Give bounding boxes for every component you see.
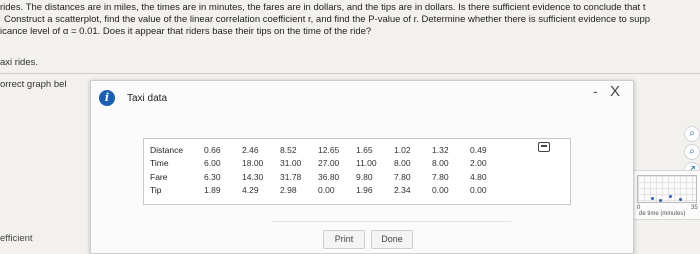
info-icon: i [99,90,115,106]
table-cell: 2.98 [280,185,297,196]
zoom-out-icon[interactable]: ⌕ [684,144,700,160]
table-cell: 14.30 [242,171,264,182]
table-cell: 31.78 [280,171,302,182]
done-button[interactable]: Done [371,230,413,249]
table-cell: 4.29 [242,185,259,196]
table-cell: 0.00 [470,185,487,196]
table-cell: 0.00 [318,185,335,196]
dialog-title: Taxi data [127,93,168,104]
table-cell: 27.00 [318,158,340,169]
table-cell: 4.80 [470,171,487,182]
zoom-in-icon[interactable]: ⌕ [684,126,700,142]
table-cell: 11.00 [356,158,377,169]
button-separator [271,221,511,222]
taxi-rides-link[interactable]: axi rides. [0,57,38,68]
row-header: Distance [150,144,184,155]
data-table-box: Distance 0.66 2.46 8.52 12.65 1.65 1.02 1.32 0.4… [143,138,571,205]
table-cell: 0.49 [470,144,487,155]
question-line-1: rides. The distances are in miles, the t… [0,2,646,13]
scatterplot-grid [637,175,697,203]
taxi-data-table: Distance 0.66 2.46 8.52 12.65 1.65 1.02 1.32 0.4… [150,143,508,197]
scatter-point [651,197,654,200]
x-axis-max: 35 [691,205,698,211]
table-cell: 31.00 [280,158,302,169]
scatter-point [669,195,672,198]
question-line-3: icance level of α = 0.01. Does it appear… [0,26,372,37]
table-cell: 12.65 [318,144,340,155]
table-cell: 2.34 [394,185,411,196]
table-cell: 0.00 [432,185,449,196]
table-cell: 6.30 [204,171,221,182]
table-cell: 8.00 [432,158,449,169]
table-cell: 8.52 [280,144,297,155]
divider [0,73,700,74]
table-cell: 18.00 [242,158,264,169]
table-row: Tip 1.89 4.29 2.98 0.00 1.96 2.34 0.00 0.00 [150,184,508,198]
dialog-header: i Taxi data - X [91,81,633,109]
scatter-point [659,199,662,202]
minimize-button[interactable]: - [593,83,598,99]
print-button[interactable]: Print [323,230,365,249]
table-cell: 7.80 [432,171,449,182]
table-cell: 1.02 [394,144,411,155]
table-cell: 8.00 [394,158,411,169]
table-cell: 7.80 [394,171,411,182]
table-cell: 36.80 [318,171,340,182]
row-header: Fare [150,171,168,182]
table-cell: 0.66 [204,144,221,155]
table-cell: 1.89 [204,185,221,196]
table-row: Fare 6.30 14.30 31.78 36.80 9.80 7.80 7.80 4.80 [150,170,508,184]
row-header: Tip [150,185,162,196]
table-row: Time 6.00 18.00 31.00 27.00 11.00 8.00 8.00 2.00 [150,157,508,171]
close-button[interactable]: X [610,83,620,100]
table-cell: 1.65 [356,144,373,155]
scatterplot-thumbnail[interactable]: 0 35 de time (minutes) [628,170,700,220]
table-cell: 1.32 [432,144,449,155]
table-cell: 2.00 [470,158,487,169]
coefficient-prompt: efficient [0,233,33,244]
table-row: Distance 0.66 2.46 8.52 12.65 1.65 1.02 1.32 0.4… [150,143,508,157]
table-cell: 9.80 [356,171,373,182]
row-header: Time [150,158,169,169]
taxi-data-dialog: i Taxi data - X Distance 0.66 2.46 8.52 12.6… [90,80,634,254]
question-line-2: Construct a scatterplot, find the value … [4,14,651,25]
scatter-point [679,198,682,201]
select-graph-prompt: orrect graph bel [0,79,67,90]
table-cell: 1.96 [356,185,373,196]
table-cell: 2.46 [242,144,259,155]
copy-data-icon[interactable] [538,142,550,152]
table-cell: 6.00 [204,158,221,169]
x-axis-label: de time (minutes) [639,211,686,217]
